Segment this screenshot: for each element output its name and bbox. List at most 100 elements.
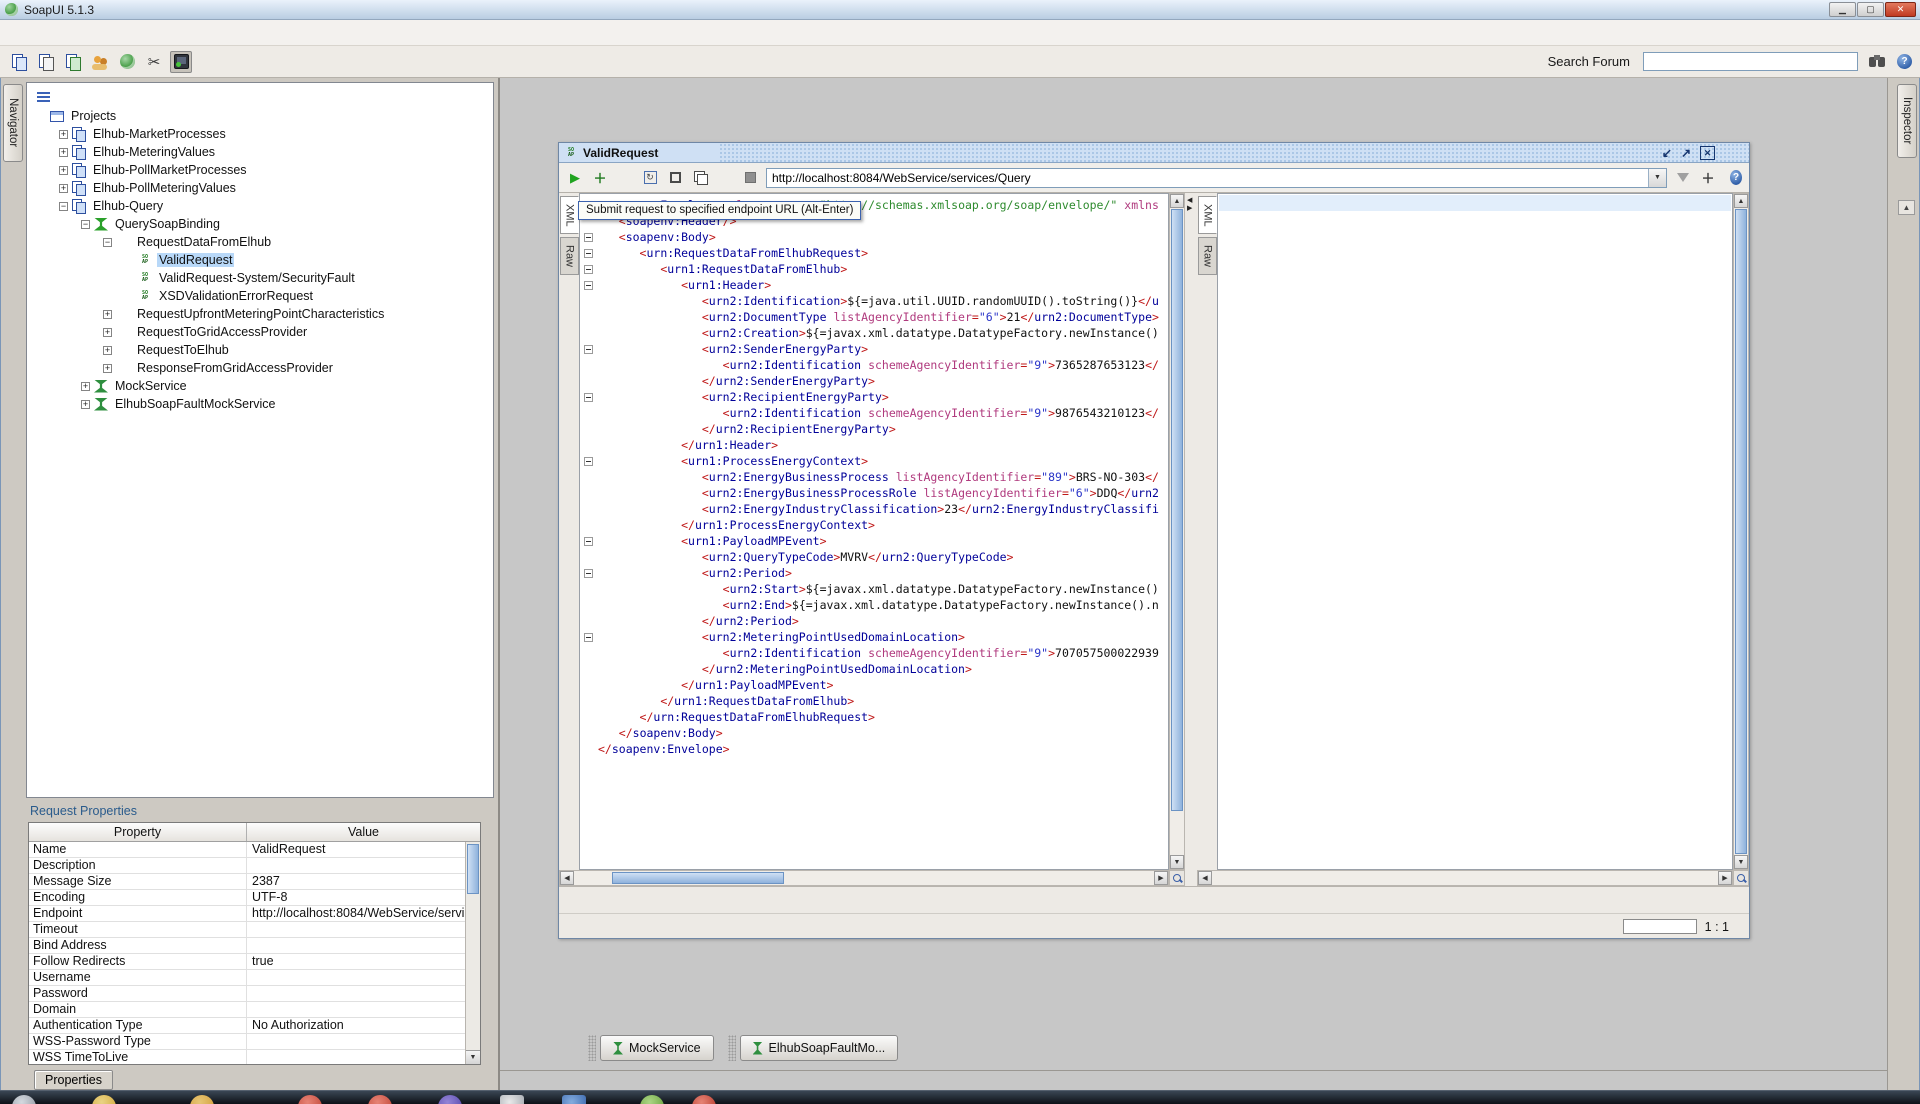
taskbar-icon[interactable] xyxy=(298,1095,322,1104)
request-horizontal-scrollbar[interactable]: ◀ ▶ xyxy=(559,870,1169,886)
tree-node[interactable]: − RequestDataFromElhub xyxy=(27,233,493,251)
properties-bottom-tab[interactable]: Properties xyxy=(34,1070,113,1090)
property-row[interactable]: WSS TimeToLive xyxy=(29,1050,480,1065)
help-icon[interactable]: ? xyxy=(1897,54,1912,69)
os-titlebar[interactable]: SoapUI 5.1.3 ▁ ▢ ✕ xyxy=(0,0,1920,20)
taskbar-icon[interactable] xyxy=(92,1095,116,1104)
property-row[interactable]: Message Size 2387 xyxy=(29,874,480,890)
search-icon[interactable] xyxy=(1869,55,1886,68)
scroll-down-icon[interactable]: ▼ xyxy=(466,1050,480,1064)
taskbar-icon[interactable] xyxy=(368,1095,392,1104)
fold-toggle-icon[interactable] xyxy=(584,281,593,290)
expander-icon[interactable]: + xyxy=(59,184,68,193)
expander-icon[interactable]: − xyxy=(59,202,68,211)
taskbar-icon[interactable] xyxy=(438,1095,462,1104)
taskbar-icon[interactable] xyxy=(692,1095,716,1104)
menu-item[interactable] xyxy=(4,29,26,37)
property-row[interactable]: Name ValidRequest xyxy=(29,842,480,858)
status-field[interactable] xyxy=(1623,919,1697,934)
expander-icon[interactable]: − xyxy=(81,220,90,229)
drag-grip-icon[interactable] xyxy=(728,1035,736,1061)
fold-toggle-icon[interactable] xyxy=(584,345,593,354)
fold-toggle-icon[interactable] xyxy=(584,249,593,258)
property-row[interactable]: Follow Redirects true xyxy=(29,954,480,970)
taskbar-icon[interactable] xyxy=(12,1095,36,1104)
scroll-up-icon[interactable]: ▲ xyxy=(1170,194,1184,208)
inspector-scroll-up-icon[interactable]: ▲ xyxy=(1898,200,1915,215)
tree-node[interactable]: Projects xyxy=(27,107,493,125)
search-forum-input[interactable] xyxy=(1643,52,1858,71)
splitter-collapse-icons[interactable]: ◀▶ xyxy=(1187,197,1192,213)
window-restore-icon[interactable]: ↙ xyxy=(1662,145,1672,161)
property-row[interactable]: Timeout xyxy=(29,922,480,938)
close-icon[interactable]: ✕ xyxy=(1885,2,1916,17)
tree-node[interactable]: − QuerySoapBinding xyxy=(27,215,493,233)
endpoint-dropdown-icon[interactable]: ▼ xyxy=(1648,169,1666,187)
expander-icon[interactable]: + xyxy=(81,400,90,409)
taskbar-icon[interactable] xyxy=(500,1095,524,1104)
menu-item[interactable] xyxy=(26,29,48,37)
properties-scrollbar[interactable]: ▼ xyxy=(465,842,480,1064)
tree-options-icon[interactable] xyxy=(37,92,50,102)
response-xml-editor[interactable] xyxy=(1217,193,1733,870)
taskbar-icon[interactable] xyxy=(640,1095,664,1104)
expander-icon[interactable]: + xyxy=(103,328,112,337)
fold-toggle-icon[interactable] xyxy=(584,537,593,546)
property-row[interactable]: Password xyxy=(29,986,480,1002)
request-magnifier-icon[interactable] xyxy=(1169,870,1185,886)
expander-icon[interactable]: + xyxy=(59,148,68,157)
expander-icon[interactable]: + xyxy=(59,130,68,139)
taskbar-icon[interactable] xyxy=(562,1095,586,1104)
request-vertical-scrollbar[interactable]: ▲ ▼ xyxy=(1169,193,1185,870)
response-xml-tab[interactable]: XML xyxy=(1198,196,1217,234)
response-vertical-scrollbar[interactable]: ▲ ▼ xyxy=(1733,193,1749,870)
fold-toggle-icon[interactable] xyxy=(584,457,593,466)
property-row[interactable]: Endpoint http://localhost:8084/WebServic… xyxy=(29,906,480,922)
menu-item[interactable] xyxy=(70,29,92,37)
window-maximize-icon[interactable]: ↗ xyxy=(1681,145,1691,161)
maximize-icon[interactable]: ▢ xyxy=(1857,2,1884,17)
property-row[interactable]: Username xyxy=(29,970,480,986)
minimize-icon[interactable]: ▁ xyxy=(1829,2,1856,17)
scroll-up-icon[interactable]: ▲ xyxy=(1734,194,1748,208)
scroll-left-icon[interactable]: ◀ xyxy=(560,871,574,885)
property-row[interactable]: Encoding UTF-8 xyxy=(29,890,480,906)
response-raw-tab[interactable]: Raw xyxy=(1198,237,1217,275)
tree-node[interactable]: + RequestToGridAccessProvider xyxy=(27,323,493,341)
response-horizontal-scrollbar[interactable]: ◀ ▶ xyxy=(1197,870,1733,886)
tree-node[interactable]: + RequestUpfrontMeteringPointCharacteris… xyxy=(27,305,493,323)
window-close-icon[interactable]: ✕ xyxy=(1700,146,1715,160)
minimized-window-button[interactable]: ElhubSoapFaultMo... xyxy=(740,1035,899,1061)
navigator-side-tab[interactable]: Navigator xyxy=(3,84,23,162)
tree-node[interactable]: + Elhub-MarketProcesses xyxy=(27,125,493,143)
property-row[interactable]: Domain xyxy=(29,1002,480,1018)
column-header-property[interactable]: Property xyxy=(29,823,247,841)
fold-toggle-icon[interactable] xyxy=(584,393,593,402)
tree-node[interactable]: + ResponseFromGridAccessProvider xyxy=(27,359,493,377)
request-raw-tab[interactable]: Raw xyxy=(560,237,579,275)
expander-icon[interactable]: + xyxy=(103,346,112,355)
property-row[interactable]: Description xyxy=(29,858,480,874)
scroll-right-icon[interactable]: ▶ xyxy=(1718,871,1732,885)
os-taskbar[interactable] xyxy=(0,1090,1920,1104)
expander-icon[interactable]: + xyxy=(103,364,112,373)
column-header-value[interactable]: Value xyxy=(247,823,480,841)
request-xml-tab[interactable]: XML xyxy=(560,196,579,234)
tree-node[interactable]: + MockService xyxy=(27,377,493,395)
request-xml-editor[interactable]: <soapenv:Envelope xmlns:soapenv="http://… xyxy=(579,193,1169,870)
tree-node[interactable]: + Elhub-PollMarketProcesses xyxy=(27,161,493,179)
expander-icon[interactable]: − xyxy=(103,238,112,247)
tree-node[interactable]: ValidRequest xyxy=(27,251,493,269)
scroll-down-icon[interactable]: ▼ xyxy=(1170,855,1184,869)
expander-icon[interactable]: + xyxy=(59,166,68,175)
property-row[interactable]: WSS-Password Type xyxy=(29,1034,480,1050)
property-row[interactable]: Authentication Type No Authorization xyxy=(29,1018,480,1034)
tree-node[interactable]: + ElhubSoapFaultMockService xyxy=(27,395,493,413)
tree-node[interactable]: XSDValidationErrorRequest xyxy=(27,287,493,305)
taskbar-icon[interactable] xyxy=(190,1095,214,1104)
scroll-right-icon[interactable]: ▶ xyxy=(1154,871,1168,885)
fold-toggle-icon[interactable] xyxy=(584,265,593,274)
editor-splitter[interactable]: ◀▶ xyxy=(1185,193,1197,886)
tree-node[interactable]: ValidRequest-System/SecurityFault xyxy=(27,269,493,287)
endpoint-url-input[interactable] xyxy=(767,170,1648,186)
